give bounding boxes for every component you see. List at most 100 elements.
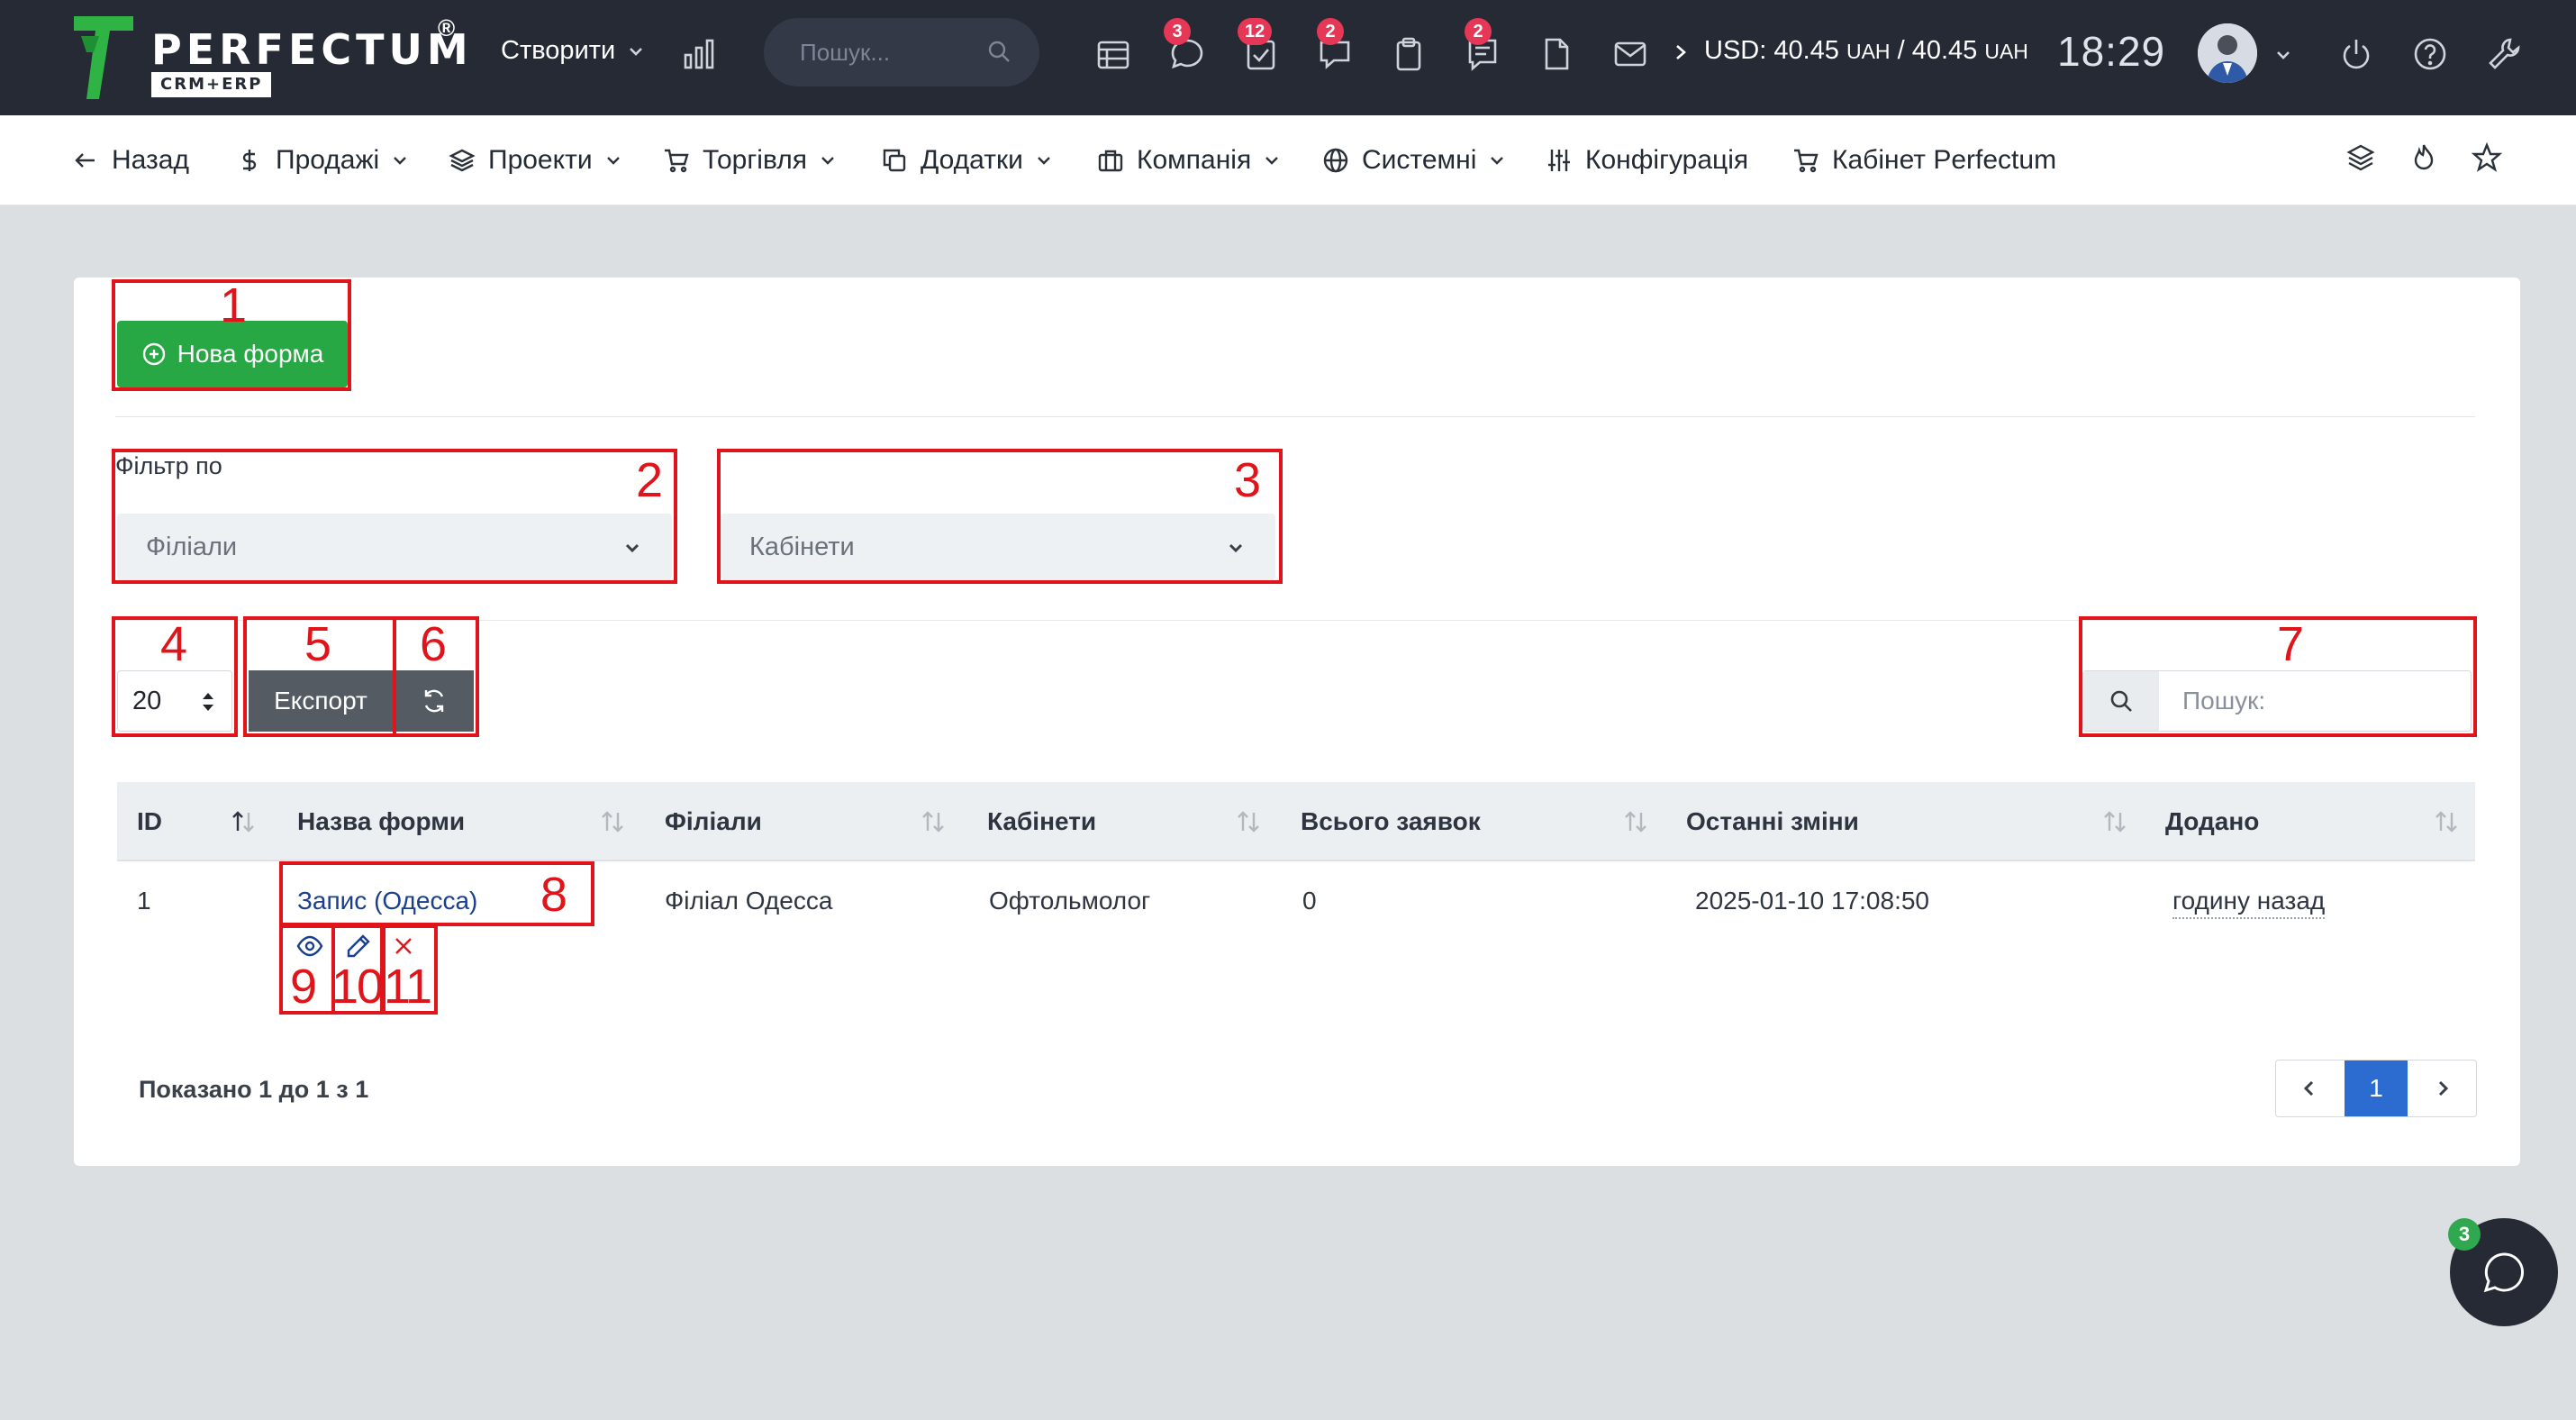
nav-system[interactable]: Системні — [1322, 142, 1505, 178]
top-search-input[interactable] — [800, 18, 980, 86]
branches-select[interactable]: Філіали — [117, 514, 672, 580]
sort-icon[interactable] — [1234, 809, 1263, 834]
annotation-number: 4 — [160, 617, 188, 671]
nav-addons[interactable]: Додатки — [881, 142, 1052, 178]
clipboard-icon[interactable] — [1387, 32, 1430, 76]
notes-badge: 2 — [1465, 18, 1492, 45]
column-header-id[interactable]: ID — [137, 807, 162, 836]
cabinets-select[interactable]: Кабінети — [721, 514, 1275, 580]
chevron-down-icon — [1265, 157, 1279, 165]
user-avatar-icon — [2198, 23, 2257, 83]
nav-projects[interactable]: Проекти — [449, 142, 621, 178]
pagination-prev[interactable] — [2276, 1060, 2343, 1116]
refresh-button[interactable] — [395, 670, 474, 732]
plus-circle-icon — [142, 342, 165, 366]
create-menu[interactable]: Створити — [501, 36, 644, 66]
cell-last-change: 2025-01-10 17:08:50 — [1695, 887, 1929, 915]
refresh-icon — [424, 689, 444, 713]
logo-registered: ® — [438, 14, 456, 41]
nav-trade[interactable]: Торгівля — [663, 142, 836, 178]
pagination-info: Показано 1 до 1 з 1 — [139, 1076, 369, 1103]
globe-icon — [1323, 148, 1348, 173]
chevron-down-icon — [630, 47, 643, 56]
currency-rate-prefix: USD: 40.45 — [1704, 36, 1839, 65]
pagination-next[interactable] — [2409, 1060, 2476, 1116]
layers-icon[interactable] — [2345, 142, 2381, 178]
help-icon[interactable] — [2408, 32, 2452, 76]
cell-branch: Філіал Одесса — [665, 887, 833, 915]
sort-asc-icon[interactable] — [229, 809, 258, 834]
annotation-number: 5 — [304, 617, 332, 671]
view-action[interactable] — [285, 928, 335, 964]
column-header-total[interactable]: Всього заявок — [1301, 807, 1481, 836]
column-header-last-change[interactable]: Останні зміни — [1686, 807, 1859, 836]
logo-text: PERFECTUM — [151, 25, 473, 74]
chat-bubble-icon — [2483, 1252, 2524, 1293]
nav-trade-label: Торгівля — [703, 145, 807, 175]
search-icon — [2110, 690, 2132, 712]
filter-label: Фільтр по — [115, 452, 222, 479]
table-search-input[interactable] — [2182, 671, 2462, 731]
tasks-badge: 12 — [1238, 18, 1273, 45]
logo-subtitle: CRM+ERP — [151, 72, 272, 97]
reports-chart-icon[interactable] — [677, 32, 721, 76]
nav-back-label: Назад — [112, 145, 189, 175]
logo[interactable]: PERFECTUM ® CRM+ERP — [74, 13, 468, 103]
close-icon — [395, 938, 412, 954]
edit-action[interactable] — [333, 928, 384, 964]
chevron-down-icon — [821, 157, 834, 165]
top-search — [764, 18, 1039, 86]
nav-config[interactable]: Конфігурація — [1546, 142, 1748, 178]
layers-icon — [449, 149, 476, 172]
column-header-branches[interactable]: Філіали — [665, 807, 762, 836]
power-icon[interactable] — [2335, 32, 2378, 76]
column-header-added[interactable]: Додано — [2165, 807, 2259, 836]
chevron-down-icon[interactable] — [2275, 47, 2291, 63]
sort-icon[interactable] — [2432, 809, 2461, 834]
calendar-icon[interactable] — [1092, 32, 1135, 76]
discussions-icon[interactable]: 2 — [1313, 18, 1356, 76]
delete-action[interactable] — [378, 928, 429, 964]
cell-cabinet: Офтольмолог — [989, 887, 1151, 915]
star-icon[interactable] — [2471, 141, 2508, 178]
export-button[interactable]: Експорт — [249, 670, 393, 732]
nav-sales[interactable]: Продажі — [236, 142, 408, 178]
pagination-current[interactable]: 1 — [2345, 1060, 2408, 1116]
sort-icon[interactable] — [598, 809, 627, 834]
currency-rate: USD: 40.45 UAH / 40.45 UAH — [1704, 36, 2028, 66]
avatar[interactable] — [2198, 23, 2257, 83]
chevron-down-icon — [625, 543, 639, 553]
cell-added[interactable]: годину назад — [2172, 887, 2326, 919]
nav-company[interactable]: Компанія — [1097, 142, 1280, 178]
mail-icon[interactable] — [1609, 32, 1652, 76]
column-header-cabinets[interactable]: Кабінети — [987, 807, 1096, 836]
chat-icon[interactable]: 3 — [1164, 18, 1209, 76]
nav-back[interactable]: Назад — [72, 142, 189, 178]
sort-icon[interactable] — [919, 809, 948, 834]
chevron-down-icon — [394, 157, 407, 165]
wrench-icon[interactable] — [2482, 32, 2526, 76]
chevron-right-icon — [2438, 1080, 2449, 1097]
chevron-down-icon — [1491, 157, 1504, 165]
currency-unit: UAH — [1984, 40, 2028, 63]
discussions-badge: 2 — [1317, 18, 1344, 45]
pencil-icon — [347, 934, 370, 958]
notes-icon[interactable]: 2 — [1461, 18, 1504, 76]
document-icon[interactable] — [1535, 32, 1578, 76]
nav-cabinet[interactable]: Кабінет Perfectum — [1792, 142, 2056, 178]
nav-config-label: Конфігурація — [1585, 145, 1749, 175]
nav-projects-label: Проекти — [488, 145, 593, 175]
form-name-link[interactable]: Запис (Одесса) — [297, 887, 477, 915]
sort-icon[interactable] — [1621, 809, 1650, 834]
nav-system-label: Системні — [1362, 145, 1477, 175]
page-size-select[interactable]: 20 — [117, 670, 232, 732]
annotation-number: 2 — [636, 453, 664, 507]
tasks-icon[interactable]: 12 — [1238, 18, 1283, 76]
sort-icon[interactable] — [2100, 809, 2129, 834]
chevron-right-icon[interactable] — [1672, 43, 1690, 61]
divider — [115, 416, 2475, 417]
column-header-name[interactable]: Назва форми — [297, 807, 465, 836]
search-icon[interactable] — [985, 38, 1014, 67]
new-form-label: Нова форма — [177, 340, 324, 368]
fire-icon[interactable] — [2408, 142, 2444, 178]
